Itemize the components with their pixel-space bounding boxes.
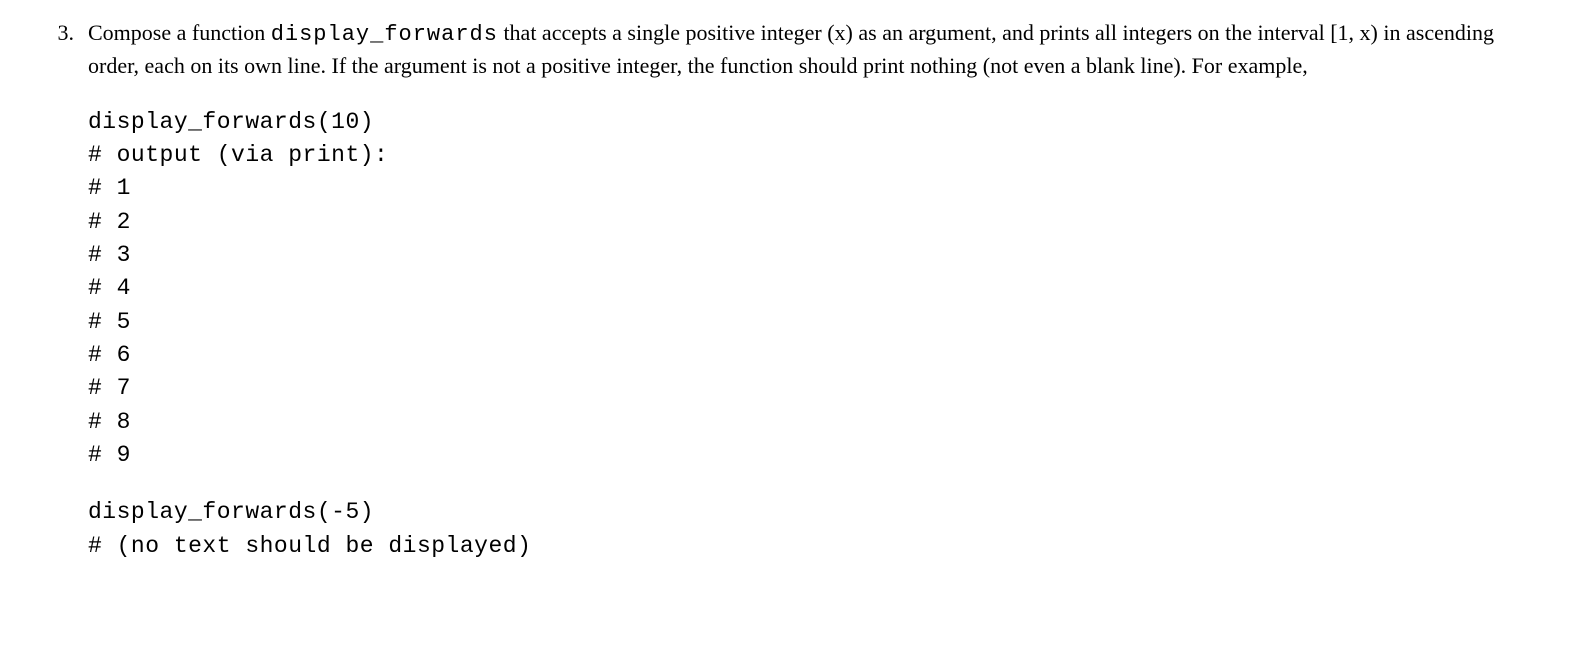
problem-item: 3. Compose a function display_forwards t… [40, 18, 1547, 563]
problem-number: 3. [40, 18, 88, 49]
problem-content: Compose a function display_forwards that… [88, 18, 1547, 563]
code-block: display_forwards(10) # output (via print… [88, 106, 1547, 473]
code-example-1: display_forwards(10) # output (via print… [88, 106, 1547, 473]
function-name: display_forwards [271, 22, 498, 47]
prose-text-1: Compose a function [88, 20, 271, 45]
problem-prose: Compose a function display_forwards that… [88, 18, 1547, 82]
code-block: display_forwards(-5) # (no text should b… [88, 496, 1547, 563]
code-example-2: display_forwards(-5) # (no text should b… [88, 496, 1547, 563]
interval-notation: [1, x) [1330, 20, 1378, 45]
prose-text-2: that accepts a single positive integer (… [498, 20, 1330, 45]
